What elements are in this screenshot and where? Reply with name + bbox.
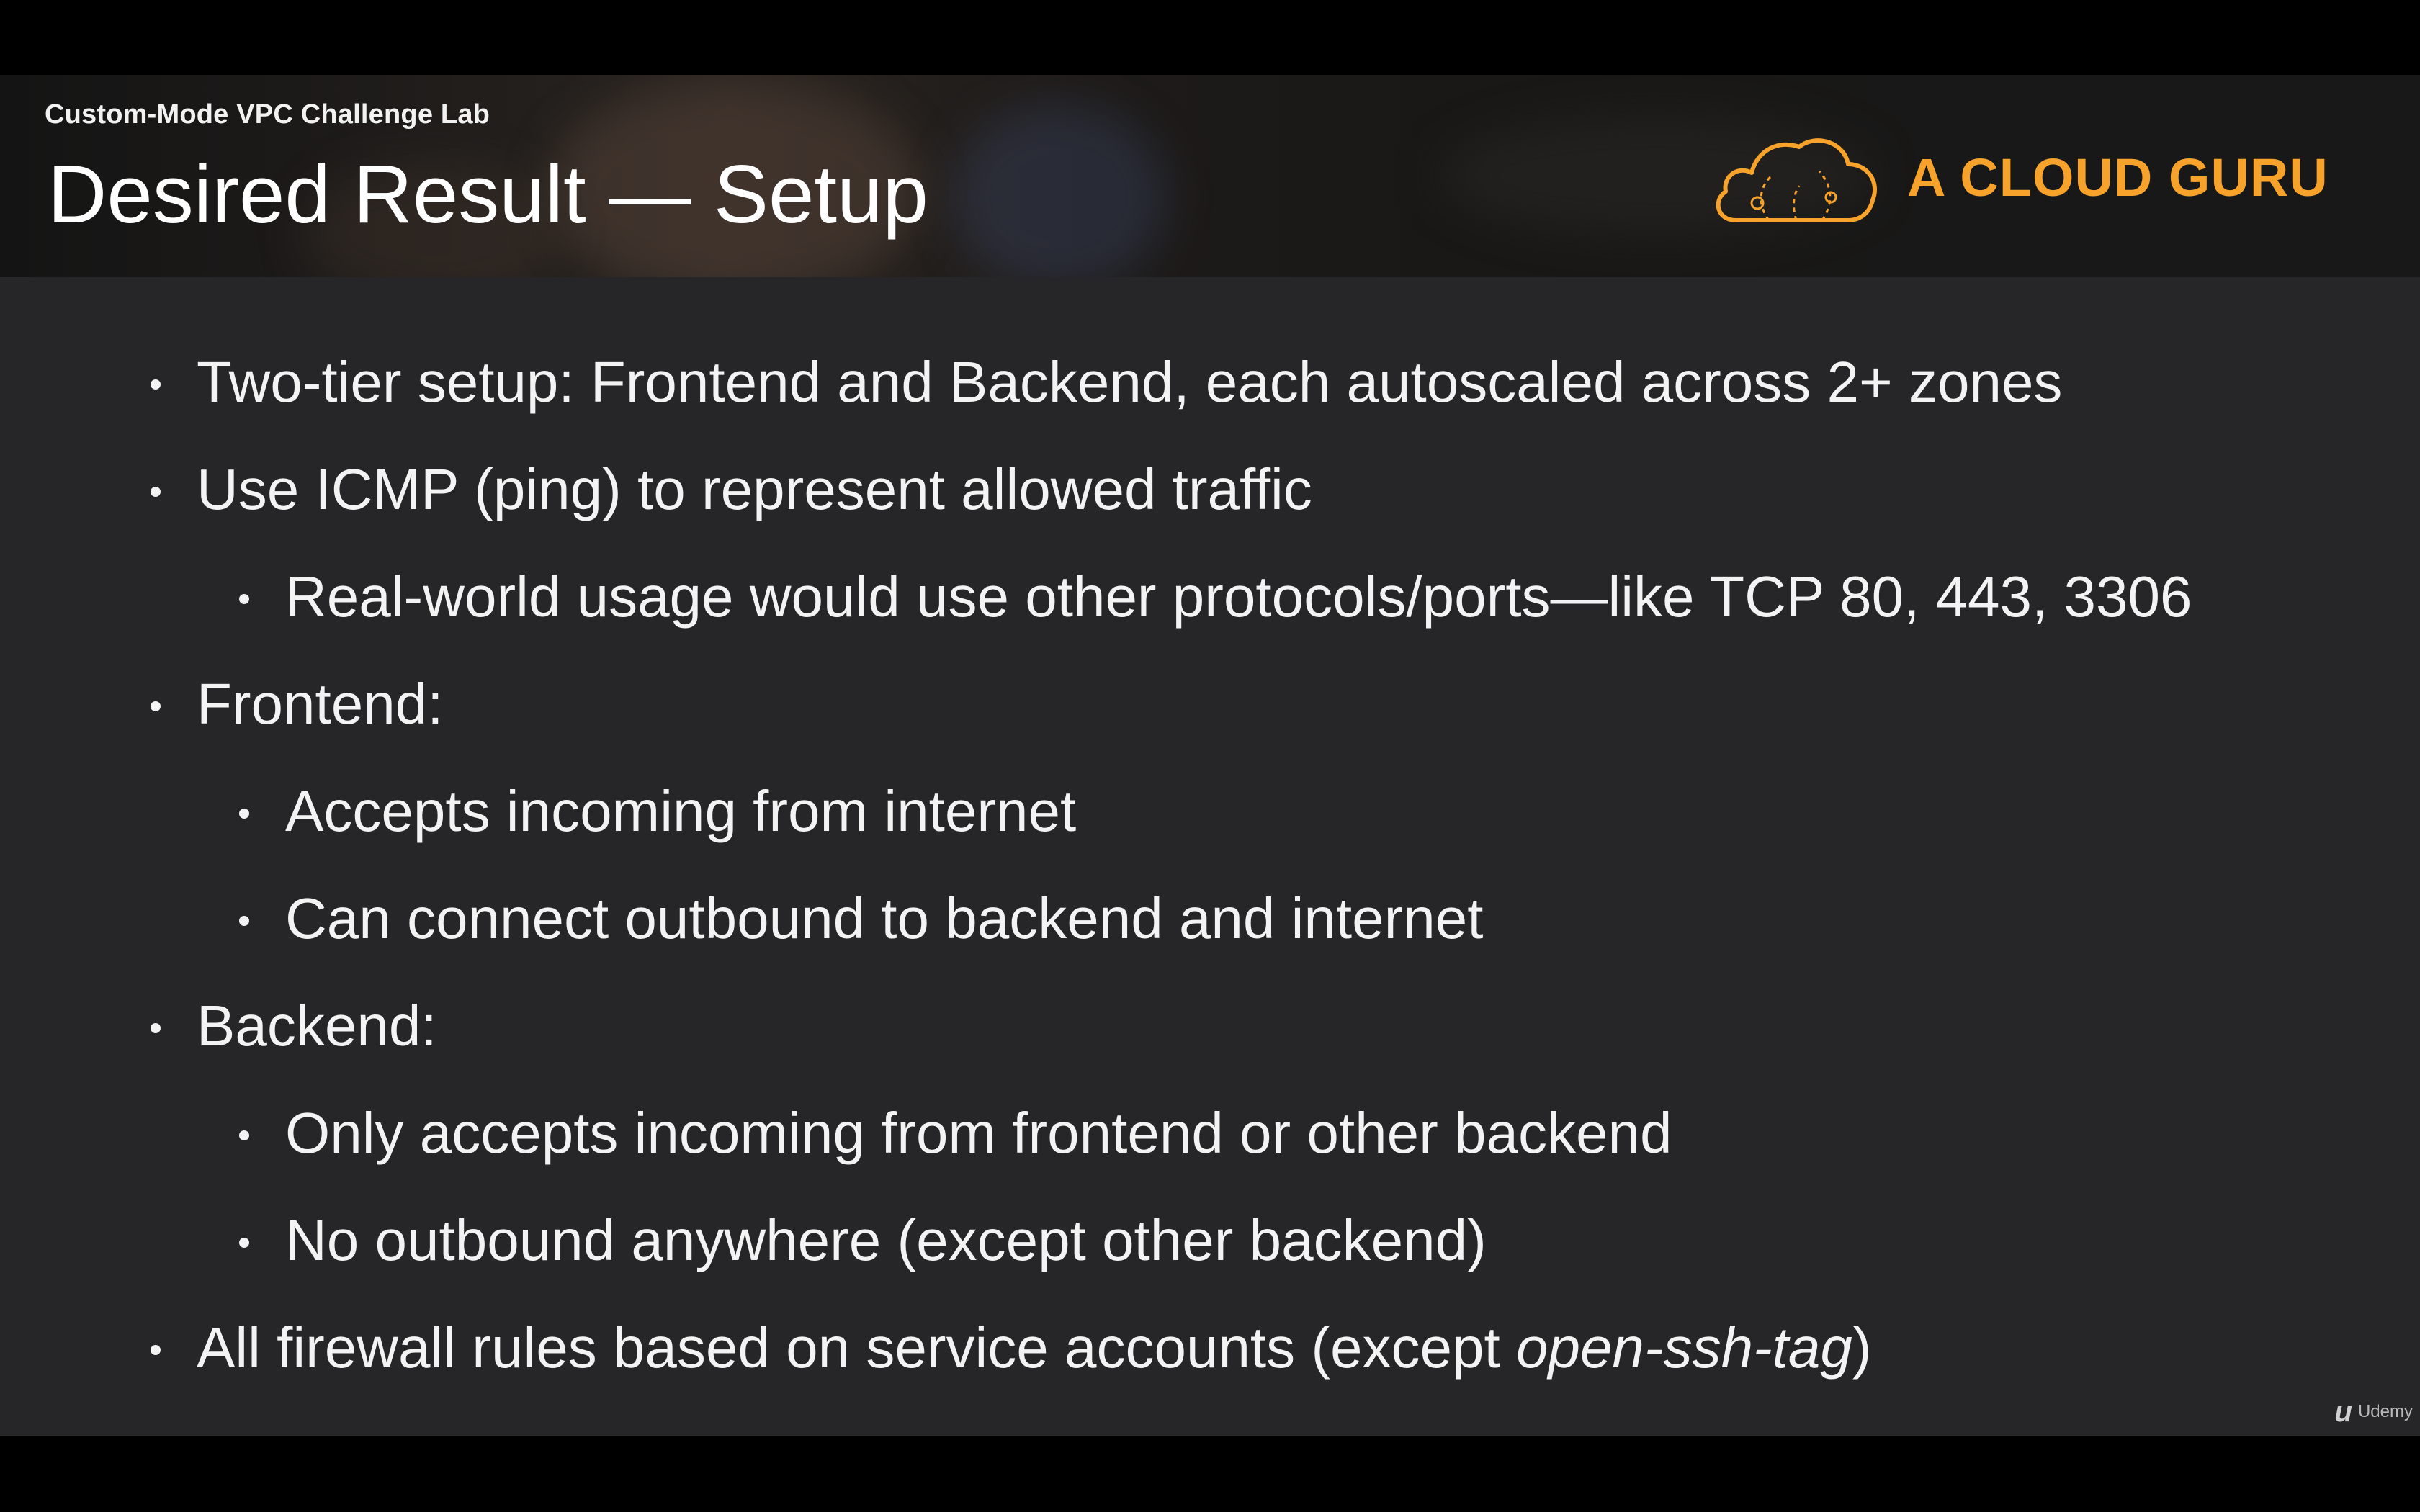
list-item: Accepts incoming from internet	[239, 783, 1076, 840]
bullet-dot	[151, 1023, 161, 1033]
udemy-watermark: u Udemy	[2334, 1396, 2413, 1428]
letterbox-top	[0, 0, 2420, 75]
slide: Custom-Mode VPC Challenge Lab Desired Re…	[0, 75, 2420, 1436]
udemy-logo-icon: u	[2334, 1396, 2352, 1428]
brand-name: A CLOUD GURU	[1907, 148, 2329, 207]
bullet-list: Two-tier setup: Frontend and Backend, ea…	[0, 277, 2420, 1436]
list-item: Real-world usage would use other protoco…	[239, 568, 2192, 626]
bullet-dot	[151, 487, 161, 497]
brand: A CLOUD GURU	[1707, 125, 2355, 233]
list-item: Only accepts incoming from frontend or o…	[239, 1104, 1672, 1162]
slide-title: Desired Result — Setup	[48, 149, 928, 240]
list-item: Use ICMP (ping) to represent allowed tra…	[151, 461, 1312, 518]
bullet-dot	[239, 1238, 249, 1248]
bullet-dot	[239, 1130, 249, 1140]
list-item: Can connect outbound to backend and inte…	[239, 890, 1483, 948]
lab-title: Custom-Mode VPC Challenge Lab	[45, 99, 490, 130]
bullet-dot	[239, 809, 249, 819]
list-item: All firewall rules based on service acco…	[151, 1319, 1872, 1377]
cloud-logo-icon	[1716, 138, 1877, 222]
header-banner: Custom-Mode VPC Challenge Lab Desired Re…	[0, 75, 2420, 277]
list-item: No outbound anywhere (except other backe…	[239, 1212, 1487, 1269]
bullet-dot	[239, 916, 249, 926]
letterbox-bottom	[0, 1436, 2420, 1512]
bullet-dot	[151, 379, 161, 390]
list-item: Two-tier setup: Frontend and Backend, ea…	[151, 354, 2062, 411]
bullet-dot	[151, 1345, 161, 1355]
bullet-dot	[151, 701, 161, 711]
list-item: Frontend:	[151, 675, 443, 733]
list-item: Backend:	[151, 997, 437, 1055]
bullet-dot	[239, 594, 249, 604]
